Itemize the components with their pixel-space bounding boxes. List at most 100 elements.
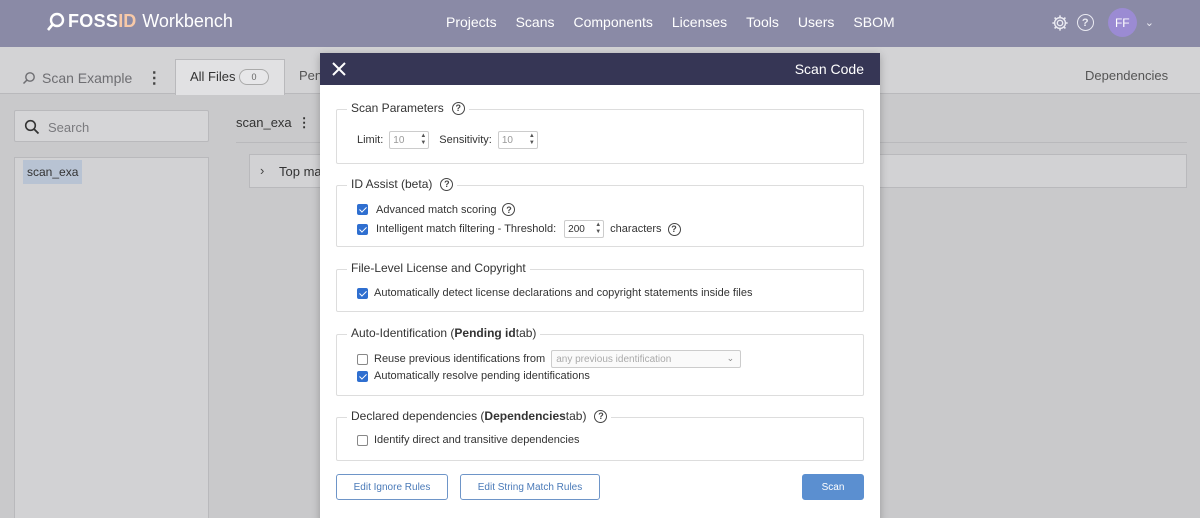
scan-name: Scan Example (42, 70, 133, 86)
detect-license-label: Automatically detect license declaration… (374, 287, 753, 299)
id-assist-title: ID Assist (beta) (351, 177, 433, 191)
nav-links: Projects Scans Components Licenses Tools… (446, 14, 895, 30)
stepper-arrows-icon[interactable]: ▲ ▼ (595, 222, 601, 236)
nav-link-components[interactable]: Components (574, 14, 653, 30)
tab-all-files[interactable]: All Files 0 (175, 59, 285, 95)
resolve-pending-row: Automatically resolve pending identifica… (357, 370, 590, 382)
declared-dependencies-title-bold: Dependencies (484, 409, 566, 423)
edit-string-match-rules-button[interactable]: Edit String Match Rules (460, 474, 600, 500)
resolve-pending-checkbox[interactable] (357, 370, 368, 382)
id-assist-legend: ID Assist (beta) ? (347, 177, 458, 191)
top-nav: FOSS ID Workbench Projects Scans Component… (0, 0, 1200, 47)
reuse-identifications-checkbox[interactable] (357, 353, 368, 365)
reuse-identifications-row: Reuse previous identifications from any … (357, 350, 742, 368)
stepper-arrows-icon[interactable]: ▲ ▼ (529, 133, 535, 147)
help-icon[interactable]: ? (1076, 14, 1094, 31)
tab-all-files-label: All Files (190, 69, 236, 84)
nav-link-tools[interactable]: Tools (746, 14, 779, 30)
chevron-down-icon[interactable]: ⌄ (1145, 16, 1154, 29)
identify-dependencies-row: Identify direct and transitive dependenc… (357, 434, 579, 446)
edit-ignore-rules-button[interactable]: Edit Ignore Rules (336, 474, 448, 500)
intelligent-filtering-checkbox[interactable] (357, 223, 368, 235)
threshold-value: 200 (568, 223, 585, 235)
nav-link-projects[interactable]: Projects (446, 14, 497, 30)
scan-button[interactable]: Scan (802, 474, 864, 500)
declared-dependencies-title-post: tab) (565, 409, 587, 423)
threshold-stepper[interactable]: 200 ▲ ▼ (564, 220, 605, 238)
modal-title: Scan Code (794, 61, 864, 77)
identify-dependencies-label: Identify direct and transitive dependenc… (374, 434, 580, 446)
nav-link-licenses[interactable]: Licenses (672, 14, 727, 30)
breadcrumb-item[interactable]: scan_exa (236, 115, 292, 131)
scan-parameters-section: Scan Parameters ? Limit: 10 ▲ ▼ Sensitivi… (336, 101, 864, 164)
gear-icon[interactable] (1051, 14, 1069, 32)
declared-dependencies-legend: Declared dependencies ( Dependencies tab… (347, 409, 612, 423)
id-assist-section: ID Assist (beta) ? Advanced match scorin… (336, 177, 864, 247)
logo-text-foss: FOSS (68, 11, 119, 31)
tab-dependencies[interactable]: Dependencies (1085, 68, 1168, 83)
nav-icons: ? FF ⌄ (1051, 8, 1154, 37)
help-icon[interactable]: ? (440, 177, 454, 191)
scan-parameters-title: Scan Parameters (351, 101, 444, 115)
chevron-down-icon: ⌄ (726, 353, 735, 363)
file-level-title: File-Level License and Copyright (351, 261, 526, 275)
file-level-legend: File-Level License and Copyright (347, 261, 530, 275)
help-icon[interactable]: ? (667, 222, 681, 236)
limit-label: Limit: (357, 134, 384, 146)
advanced-scoring-row: Advanced match scoring ? (357, 203, 516, 216)
modal-header: Scan Code (320, 53, 880, 85)
scan-parameters-legend: Scan Parameters ? (347, 101, 469, 115)
auto-identification-title-post: tab) (515, 326, 537, 340)
scan-menu-kebab-icon[interactable]: ⋮ (146, 68, 162, 88)
intelligent-filtering-label: Intelligent match filtering - Threshold: (376, 223, 557, 235)
top-match-label: Top ma (279, 164, 322, 179)
detect-license-row: Automatically detect license declaration… (357, 287, 752, 299)
tree-node-root[interactable]: scan_exa (23, 160, 83, 184)
declared-dependencies-title-pre: Declared dependencies ( (351, 409, 485, 423)
auto-identification-legend: Auto-Identification ( Pending id tab) (347, 326, 541, 340)
file-tree: scan_exa (14, 157, 209, 518)
threshold-unit: characters (610, 223, 662, 235)
auto-identification-title-pre: Auto-Identification ( (351, 326, 455, 340)
nav-link-users[interactable]: Users (798, 14, 835, 30)
tab-pending[interactable]: Pen (299, 68, 322, 83)
logo[interactable]: FOSS ID Workbench (46, 11, 233, 32)
breadcrumb: scan_exa ⋮ (236, 115, 311, 131)
scan-title: Scan Example ⋮ (22, 68, 162, 88)
reuse-identifications-select-value: any previous identification (556, 353, 672, 365)
help-icon[interactable]: ? (451, 101, 465, 115)
tab-all-files-count: 0 (239, 69, 269, 85)
auto-identification-section: Auto-Identification ( Pending id tab) Re… (336, 326, 864, 396)
close-icon[interactable] (331, 61, 347, 77)
identify-dependencies-checkbox[interactable] (357, 434, 368, 446)
limit-stepper[interactable]: 10 ▲ ▼ (389, 131, 430, 149)
search-input[interactable]: Search (14, 110, 209, 142)
scan-code-modal: Scan Code Scan Parameters ? Limit: 10 ▲ ▼… (320, 53, 880, 518)
help-icon[interactable]: ? (502, 203, 516, 216)
scan-parameters-row: Limit: 10 ▲ ▼ Sensitivity: 10 ▲ ▼ (357, 131, 538, 149)
sensitivity-label: Sensitivity: (439, 134, 492, 146)
advanced-scoring-checkbox[interactable] (357, 204, 368, 215)
search-icon (24, 119, 40, 135)
nav-link-sbom[interactable]: SBOM (853, 14, 894, 30)
resolve-pending-label: Automatically resolve pending identifica… (374, 370, 590, 382)
sensitivity-stepper[interactable]: 10 ▲ ▼ (497, 131, 538, 149)
search-small-icon (22, 72, 35, 85)
reuse-identifications-label: Reuse previous identifications from (374, 353, 546, 365)
reuse-identifications-select[interactable]: any previous identification ⌄ (551, 350, 742, 368)
limit-value: 10 (393, 134, 405, 146)
auto-identification-title-bold: Pending id (454, 326, 516, 340)
stepper-arrows-icon[interactable]: ▲ ▼ (420, 133, 426, 147)
intelligent-filtering-row: Intelligent match filtering - Threshold:… (357, 220, 681, 238)
breadcrumb-kebab-icon[interactable]: ⋮ (298, 115, 311, 131)
chevron-right-icon: › (260, 163, 265, 178)
sensitivity-value: 10 (501, 134, 513, 146)
search-placeholder: Search (48, 120, 90, 135)
logo-text-id: ID (118, 11, 137, 31)
avatar[interactable]: FF (1107, 8, 1137, 37)
declared-dependencies-section: Declared dependencies ( Dependencies tab… (336, 409, 864, 461)
nav-link-scans[interactable]: Scans (516, 14, 555, 30)
detect-license-checkbox[interactable] (357, 287, 368, 299)
advanced-scoring-label: Advanced match scoring (376, 203, 497, 216)
help-icon[interactable]: ? (594, 409, 608, 423)
